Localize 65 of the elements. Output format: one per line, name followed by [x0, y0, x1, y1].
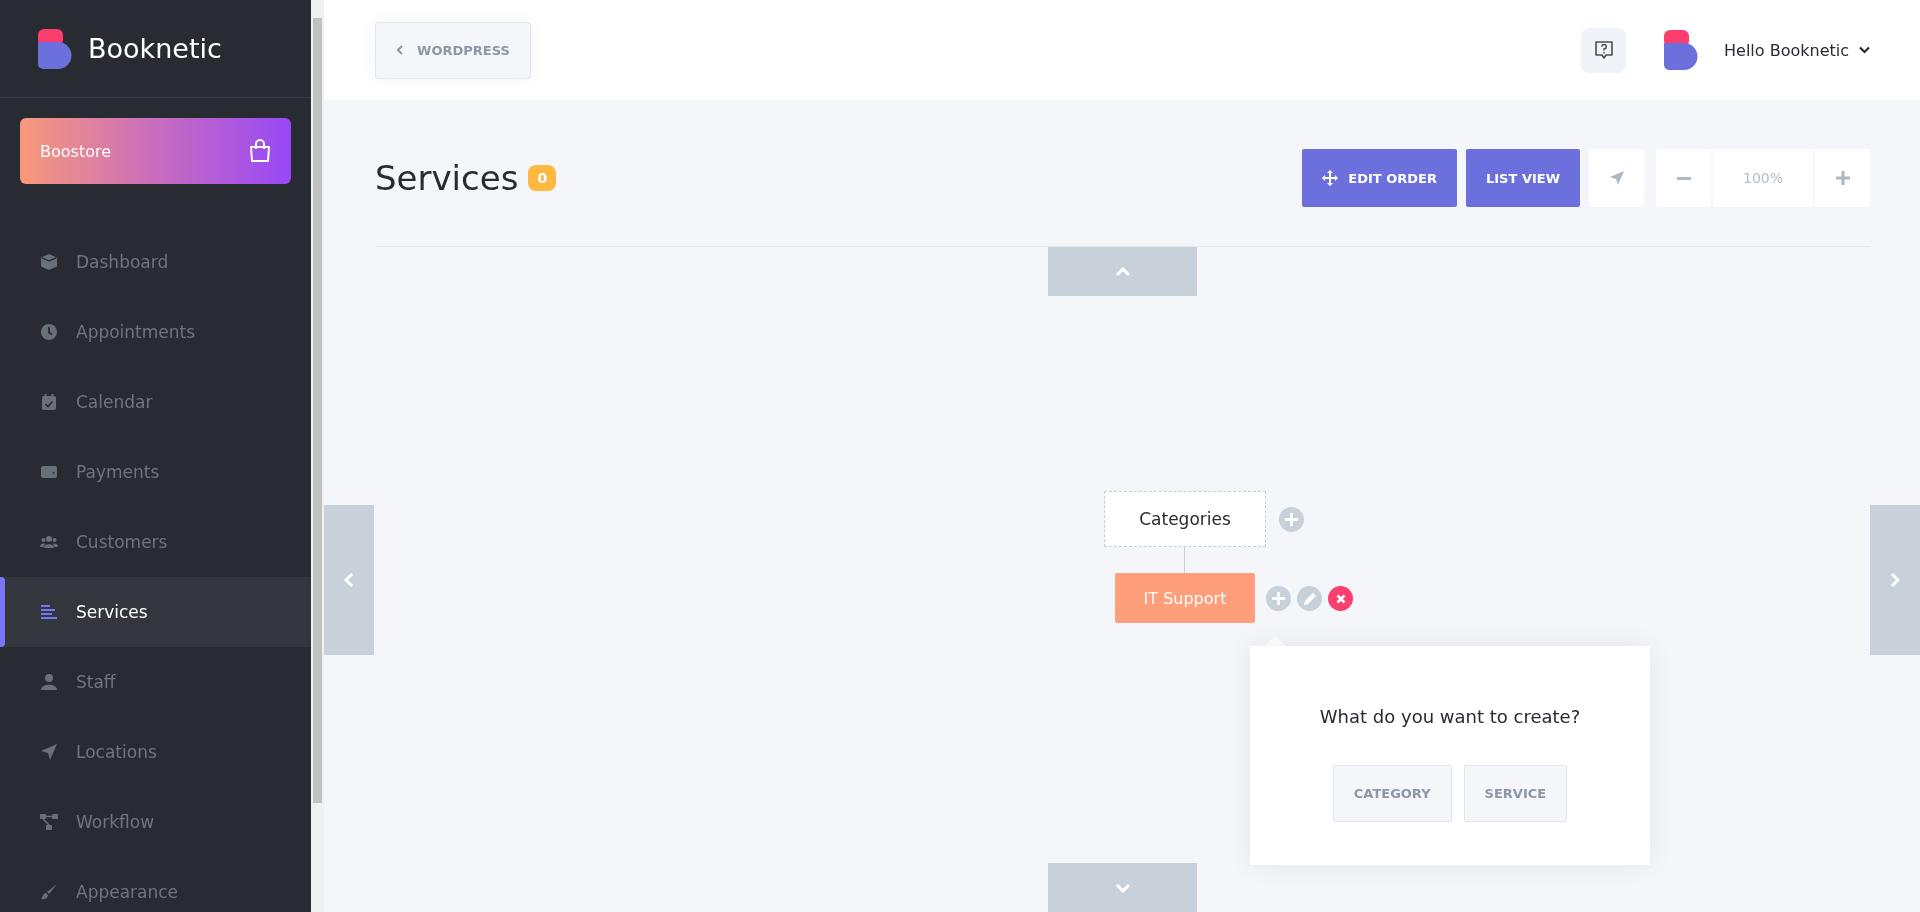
chevron-left-icon: [344, 572, 354, 588]
back-button[interactable]: WORDPRESS: [375, 21, 531, 79]
brush-icon: [40, 883, 58, 901]
delete-button[interactable]: [1328, 586, 1353, 611]
sidebar-item[interactable]: Payments: [0, 437, 311, 507]
create-option-button[interactable]: SERVICE: [1463, 765, 1568, 822]
scroll-down-button[interactable]: [1048, 863, 1197, 912]
chevron-down-icon: [1859, 46, 1870, 54]
sidebar-item[interactable]: Locations: [0, 717, 311, 787]
sidebar-item[interactable]: Staff: [0, 647, 311, 717]
zoom-out-button[interactable]: [1656, 149, 1711, 207]
chevron-left-icon: [396, 45, 404, 55]
location-arrow-icon: [1608, 170, 1625, 186]
shopping-bag-icon: [249, 139, 271, 163]
sidebar-item[interactable]: Customers: [0, 507, 311, 577]
sidebar-item[interactable]: Workflow: [0, 787, 311, 857]
sidebar-item[interactable]: Appearance: [0, 857, 311, 912]
arrow-icon: [40, 743, 58, 761]
logo-icon: [38, 28, 72, 69]
move-icon: [1322, 170, 1339, 186]
locate-button[interactable]: [1589, 149, 1644, 207]
plus-icon: [1285, 513, 1298, 526]
chevron-right-icon: [1890, 572, 1900, 588]
sidebar-item[interactable]: Calendar: [0, 367, 311, 437]
zoom-level: 100%: [1713, 149, 1813, 207]
scrollbar[interactable]: [311, 0, 324, 912]
wallet-icon: [40, 463, 58, 481]
plus-icon: [1272, 592, 1285, 605]
clock-icon: [40, 323, 58, 341]
user-menu[interactable]: Hello Booknetic: [1724, 40, 1870, 60]
create-option-button[interactable]: CATEGORY: [1332, 765, 1452, 822]
scroll-up-button[interactable]: [1048, 247, 1197, 296]
scroll-right-button[interactable]: [1870, 505, 1920, 655]
category-node[interactable]: Categories: [1104, 491, 1266, 547]
sidebar-item[interactable]: Dashboard: [0, 227, 311, 297]
add-button[interactable]: [1279, 507, 1304, 532]
pencil-icon: [1303, 592, 1316, 605]
scroll-left-button[interactable]: [324, 505, 374, 655]
workflow-icon: [40, 813, 58, 831]
logo-icon: [1664, 30, 1699, 70]
chevron-down-icon: [1114, 882, 1131, 893]
user-icon: [40, 673, 58, 691]
list-view-button[interactable]: LIST VIEW: [1466, 149, 1580, 207]
cube-icon: [40, 253, 58, 271]
close-icon: [1335, 593, 1346, 604]
edit-order-button[interactable]: EDIT ORDER: [1302, 149, 1457, 207]
add-button[interactable]: [1266, 586, 1291, 611]
category-node[interactable]: IT Support: [1115, 573, 1255, 623]
users-icon: [40, 533, 58, 551]
chevron-up-icon: [1114, 266, 1131, 277]
boostore-button[interactable]: Boostore: [20, 118, 291, 184]
plus-icon: [1835, 171, 1850, 185]
page-title: Services: [375, 158, 519, 198]
edit-button[interactable]: [1297, 586, 1322, 611]
popover-question: What do you want to create?: [1319, 706, 1581, 727]
calendar-icon: [40, 393, 58, 411]
brand-name: Booknetic: [88, 33, 222, 64]
lines-icon: [40, 603, 58, 621]
sidebar-item[interactable]: Appointments: [0, 297, 311, 367]
help-icon: [1593, 40, 1614, 60]
count-badge: 0: [528, 165, 557, 191]
minus-icon: [1676, 176, 1691, 180]
zoom-in-button[interactable]: [1815, 149, 1870, 207]
help-button[interactable]: [1581, 27, 1627, 73]
sidebar-item[interactable]: Services: [0, 577, 311, 647]
